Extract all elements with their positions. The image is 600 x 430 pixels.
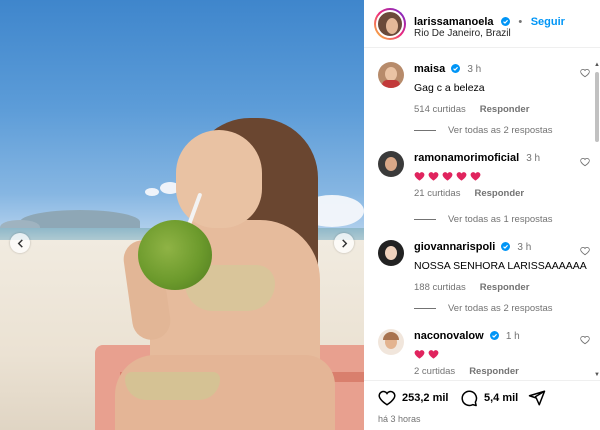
view-replies-button[interactable]: Ver todas as 2 respostas <box>414 125 553 136</box>
commenter-avatar[interactable] <box>378 240 404 266</box>
heart-emoji-icon <box>442 172 453 181</box>
likes-count[interactable]: 253,2 mil <box>402 392 448 404</box>
follow-button[interactable]: Seguir <box>531 16 565 28</box>
view-replies-label: Ver todas as 1 respostas <box>448 214 553 225</box>
heart-outline-icon <box>378 390 396 406</box>
author-avatar[interactable] <box>374 8 406 40</box>
scroll-thumb[interactable] <box>595 72 599 142</box>
post-location[interactable]: Rio De Janeiro, Brazil <box>414 28 511 39</box>
heart-emoji-icon <box>428 172 439 181</box>
coconut <box>138 220 212 290</box>
view-replies-button[interactable]: Ver todas as 1 respostas <box>414 214 553 225</box>
chevron-left-icon <box>17 238 23 248</box>
reply-button[interactable]: Responder <box>469 366 519 377</box>
share-icon <box>528 390 546 406</box>
comments-count[interactable]: 5,4 mil <box>484 392 518 404</box>
verified-icon <box>489 331 499 340</box>
heart-emoji-icon <box>470 172 481 181</box>
reply-button[interactable]: Responder <box>480 104 530 115</box>
comment-likes[interactable]: 514 curtidas <box>414 104 466 115</box>
view-replies-button[interactable]: Ver todas as 2 respostas <box>414 303 553 314</box>
previous-photo-button[interactable] <box>10 233 30 253</box>
post-photo[interactable] <box>0 0 364 430</box>
author-username[interactable]: larissamanoela <box>414 16 494 28</box>
scroll-down-arrow[interactable]: ▼ <box>594 372 600 378</box>
view-replies-label: Ver todas as 2 respostas <box>448 303 553 314</box>
comment-hearts <box>414 349 590 360</box>
post-actions: 253,2 mil 5,4 mil há 3 horas <box>364 380 600 430</box>
separator-dot: • <box>518 16 523 28</box>
comment-hearts <box>414 171 590 182</box>
commenter-username[interactable]: maisa <box>414 63 445 75</box>
verified-icon <box>501 242 511 251</box>
comment-time: 3 h <box>526 153 541 164</box>
reply-button[interactable]: Responder <box>480 282 530 293</box>
commenter-username[interactable]: naconovalow <box>414 330 484 342</box>
comment-likes[interactable]: 2 curtidas <box>414 366 455 377</box>
posted-time: há 3 horas <box>378 414 421 424</box>
comment-time: 3 h <box>467 64 482 75</box>
view-replies-label: Ver todas as 2 respostas <box>448 125 553 136</box>
commenter-avatar[interactable] <box>378 151 404 177</box>
heart-emoji-icon <box>414 172 425 181</box>
like-comment-icon[interactable] <box>580 335 590 345</box>
share-button[interactable] <box>528 389 552 407</box>
comment-likes[interactable]: 188 curtidas <box>414 282 466 293</box>
heart-emoji-icon <box>414 350 425 359</box>
post-sidebar: larissamanoela • Seguir Rio De Janeiro, … <box>364 0 600 430</box>
comment-time: 3 h <box>517 242 532 253</box>
comments-scrollbar[interactable]: ▲ ▼ <box>594 62 600 378</box>
reply-button[interactable]: Responder <box>474 188 524 199</box>
scroll-up-arrow[interactable]: ▲ <box>594 62 600 68</box>
like-button[interactable]: 253,2 mil <box>378 389 448 407</box>
verified-icon <box>500 17 510 26</box>
like-comment-icon[interactable] <box>580 246 590 256</box>
comment-text: NOSSA SENHORA LARISSAAAAAA <box>414 260 587 272</box>
commenter-username[interactable]: giovannarispoli <box>414 241 495 253</box>
comment-icon <box>461 390 478 407</box>
chevron-right-icon <box>341 238 347 248</box>
face <box>176 130 262 228</box>
commenter-avatar[interactable] <box>378 62 404 88</box>
cloud <box>145 188 159 196</box>
comment-text: Gag c a beleza <box>414 82 485 94</box>
bikini-bottom <box>125 372 220 400</box>
heart-emoji-icon <box>456 172 467 181</box>
commenter-username[interactable]: ramonamorimoficial <box>414 152 519 164</box>
like-comment-icon[interactable] <box>580 157 590 167</box>
heart-emoji-icon <box>428 350 439 359</box>
comment-likes[interactable]: 21 curtidas <box>414 188 460 199</box>
next-photo-button[interactable] <box>334 233 354 253</box>
commenter-avatar[interactable] <box>378 329 404 355</box>
like-comment-icon[interactable] <box>580 68 590 78</box>
post-header: larissamanoela • Seguir Rio De Janeiro, … <box>364 0 600 48</box>
comment-button[interactable]: 5,4 mil <box>460 389 518 407</box>
comment-time: 1 h <box>505 331 520 342</box>
verified-icon <box>451 64 461 73</box>
